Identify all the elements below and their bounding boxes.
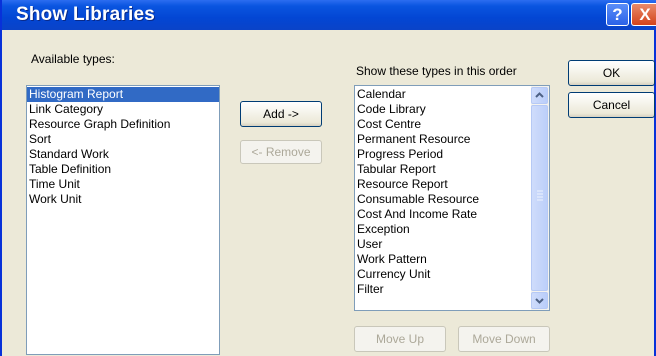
available-list-item[interactable]: Standard Work — [27, 147, 219, 162]
scroll-down-arrow-icon[interactable] — [531, 292, 548, 309]
scroll-up-arrow-icon[interactable] — [531, 87, 548, 104]
shown-types-list[interactable]: Calendar Code Library Cost Centre Permanent… — [354, 85, 550, 311]
available-list-item[interactable]: Table Definition — [27, 162, 219, 177]
available-types-label: Available types: — [31, 52, 115, 66]
remove-button[interactable]: <- Remove — [240, 140, 322, 164]
title-bar[interactable]: Show Libraries ? X — [2, 0, 656, 30]
available-list-item[interactable]: Work Unit — [27, 192, 219, 207]
shown-list-item[interactable]: Code Library — [355, 102, 523, 117]
cancel-button[interactable]: Cancel — [568, 92, 655, 118]
shown-list-item[interactable]: Cost And Income Rate — [355, 207, 523, 222]
shown-list-item[interactable]: Resource Report — [355, 177, 523, 192]
shown-list-item[interactable]: Cost Centre — [355, 117, 523, 132]
shown-list-item[interactable]: Filter — [355, 282, 523, 297]
show-libraries-dialog: Show Libraries ? X Available types: Hist… — [0, 0, 656, 356]
shown-list-item[interactable]: Work Pattern — [355, 252, 523, 267]
dialog-title: Show Libraries — [16, 4, 156, 25]
scroll-thumb[interactable] — [531, 105, 548, 291]
shown-list-item[interactable]: Exception — [355, 222, 523, 237]
available-list-item[interactable]: Resource Graph Definition — [27, 117, 219, 132]
available-list-item[interactable]: Sort — [27, 132, 219, 147]
ok-button[interactable]: OK — [568, 60, 655, 86]
close-button[interactable]: X — [631, 3, 656, 26]
shown-list-item[interactable]: Tabular Report — [355, 162, 523, 177]
shown-list-item[interactable]: Permanent Resource — [355, 132, 523, 147]
available-list-item[interactable]: Link Category — [27, 102, 219, 117]
shown-list-item[interactable]: Currency Unit — [355, 267, 523, 282]
help-button[interactable]: ? — [606, 3, 629, 26]
shown-list-item[interactable]: Consumable Resource — [355, 192, 523, 207]
add-button[interactable]: Add -> — [240, 101, 322, 127]
scroll-grip-icon — [537, 190, 543, 201]
move-up-button[interactable]: Move Up — [354, 326, 446, 352]
shown-list-item[interactable]: Progress Period — [355, 147, 523, 162]
available-list-item[interactable]: Time Unit — [27, 177, 219, 192]
shown-list-item[interactable]: Calendar — [355, 87, 523, 102]
show-types-label: Show these types in this order — [356, 64, 517, 78]
shown-list-scrollbar[interactable] — [531, 86, 549, 310]
available-types-list[interactable]: Histogram Report Link Category Resource Gr… — [26, 85, 220, 355]
available-list-item[interactable]: Histogram Report — [27, 87, 219, 102]
shown-list-item[interactable]: User — [355, 237, 523, 252]
move-down-button[interactable]: Move Down — [458, 326, 550, 352]
